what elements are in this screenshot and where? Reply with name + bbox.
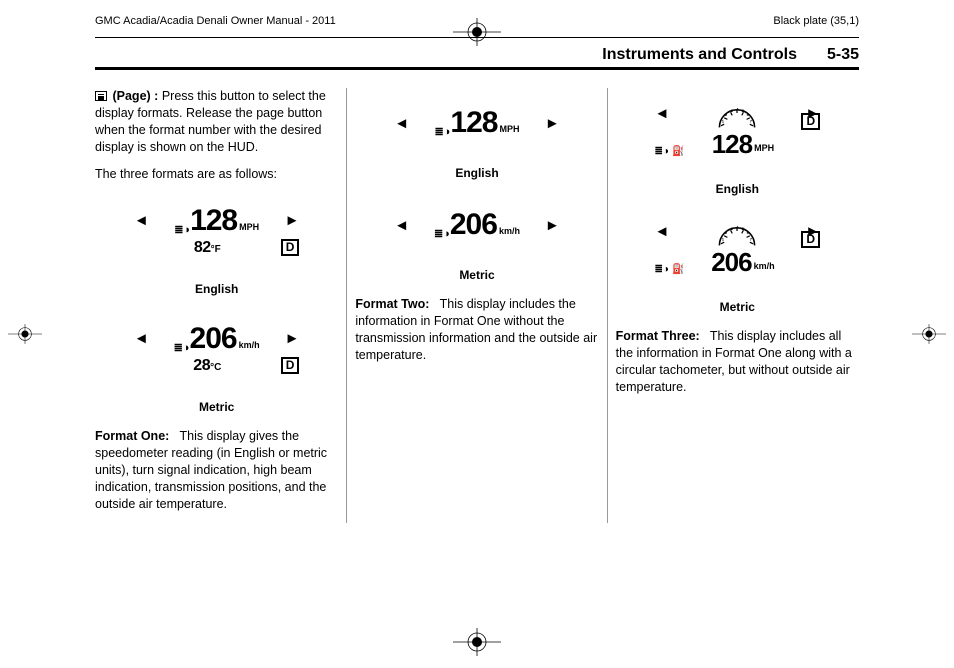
highbeam-icon: ≣◑ <box>174 223 190 236</box>
temp-value: 82 <box>194 239 211 256</box>
header-right: Black plate (35,1) <box>773 15 859 27</box>
speed-unit: MPH <box>239 222 259 236</box>
left-arrow-icon: ◄ <box>394 217 409 234</box>
svg-text:1: 1 <box>722 119 725 124</box>
formats-intro: The three formats are as follows: <box>95 166 338 183</box>
caption-english: English <box>355 166 598 180</box>
caption-metric: Metric <box>95 400 338 414</box>
speed-unit: km/h <box>754 261 775 275</box>
hud-format2-english: ◄ ≣◑ 128 MPH ► <box>387 92 567 154</box>
highbeam-icon: ≣◑ <box>435 125 451 138</box>
caption-english: English <box>95 282 338 296</box>
gear-indicator: D <box>281 357 300 374</box>
svg-text:1: 1 <box>722 237 725 242</box>
highbeam-icon: ≣◑ <box>655 146 669 157</box>
hud-format1-metric: ◄ ≣◑ 206 km/h ► 28°C D <box>127 310 307 388</box>
speed-unit: km/h <box>499 226 520 240</box>
section-title: Instruments and Controls <box>602 46 797 64</box>
speed-unit: km/h <box>239 340 260 354</box>
left-arrow-icon: ◄ <box>134 212 149 229</box>
left-arrow-icon: ◄ <box>655 223 670 240</box>
page-label: (Page) : <box>112 89 158 103</box>
column-1: (Page) : Press this button to select the… <box>95 88 346 523</box>
speed-unit: MPH <box>499 124 519 138</box>
hud-format2-metric: ◄ ≣◑ 206 km/h ► <box>387 194 567 256</box>
highbeam-icon: ≣◑ <box>434 227 450 240</box>
hud-format1-english: ◄ ≣◑ 128 MPH ► 82°F D <box>127 192 307 270</box>
speed-value: 128 <box>712 131 752 157</box>
left-arrow-icon: ◄ <box>655 105 670 122</box>
speed-value: 206 <box>450 210 497 240</box>
crop-mark-bottom <box>453 628 501 656</box>
crop-mark-right <box>912 310 946 358</box>
highbeam-icon: ≣◑ <box>174 341 190 354</box>
page-button-paragraph: (Page) : Press this button to select the… <box>95 88 338 156</box>
fuel-icon: ⛽ <box>672 146 684 157</box>
temp-unit: °F <box>211 244 221 255</box>
speed-value: 128 <box>450 108 497 138</box>
format-one-paragraph: Format One: This display gives the speed… <box>95 428 338 512</box>
temp-value: 28 <box>193 357 210 374</box>
column-2: ◄ ≣◑ 128 MPH ► English ◄ ≣◑ 206 km/h ► <box>346 88 606 523</box>
fuel-icon: ⛽ <box>672 264 684 275</box>
format-three-label: Format Three: <box>616 329 700 343</box>
rule-section <box>95 67 859 70</box>
right-arrow-icon: ► <box>545 115 560 132</box>
right-arrow-icon: ► <box>285 212 300 229</box>
page-number: 5-35 <box>827 46 859 64</box>
format-two-label: Format Two: <box>355 297 429 311</box>
format-three-paragraph: Format Three: This display includes all … <box>616 328 859 396</box>
hud-format3-english: ◄ 1 2 3 4 5 6 7 ► <box>647 92 827 170</box>
column-3: ◄ 1 2 3 4 5 6 7 ► <box>607 88 859 523</box>
format-one-label: Format One: <box>95 429 169 443</box>
caption-metric: Metric <box>355 268 598 282</box>
header-left: GMC Acadia/Acadia Denali Owner Manual - … <box>95 15 336 27</box>
tachometer-icon: 1 2 3 4 5 6 7 <box>711 223 763 247</box>
gear-indicator: D <box>801 113 820 130</box>
right-arrow-icon: ► <box>285 330 300 347</box>
highbeam-icon: ≣◑ <box>655 264 669 275</box>
crop-mark-left <box>8 310 42 358</box>
crop-mark-top <box>453 18 501 46</box>
speed-value: 128 <box>190 206 237 236</box>
temp-unit: °C <box>210 362 221 373</box>
tachometer-icon: 1 2 3 4 5 6 7 <box>711 105 763 129</box>
right-arrow-icon: ► <box>545 217 560 234</box>
format-two-paragraph: Format Two: This display includes the in… <box>355 296 598 364</box>
gear-indicator: D <box>281 239 300 256</box>
caption-metric: Metric <box>616 300 859 314</box>
caption-english: English <box>616 182 859 196</box>
page-icon <box>95 91 107 101</box>
speed-value: 206 <box>190 324 237 354</box>
hud-format3-metric: ◄ 1 2 3 4 5 6 7 ► <box>647 210 827 288</box>
speed-unit: MPH <box>754 143 774 157</box>
left-arrow-icon: ◄ <box>394 115 409 132</box>
gear-indicator: D <box>801 231 820 248</box>
speed-value: 206 <box>711 249 751 275</box>
left-arrow-icon: ◄ <box>134 330 149 347</box>
